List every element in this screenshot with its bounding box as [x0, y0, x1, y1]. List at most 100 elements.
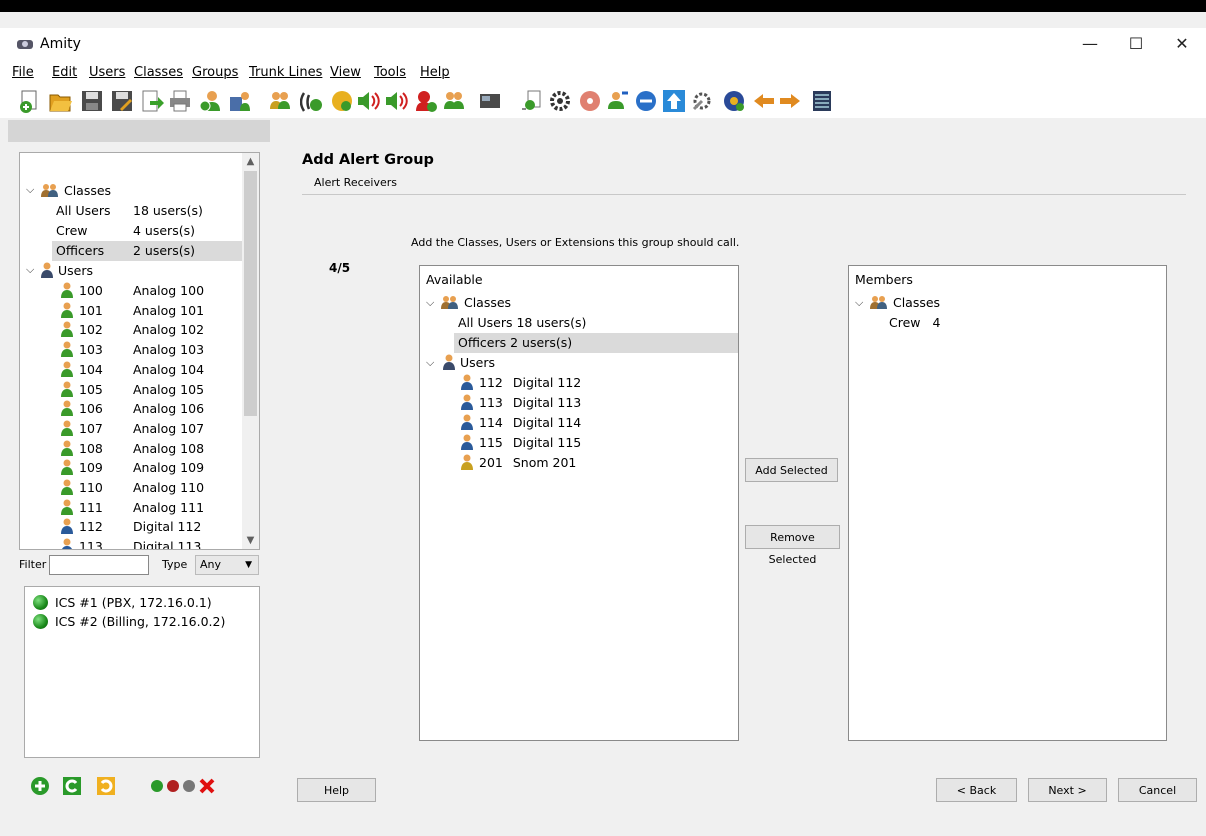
save-as-icon[interactable] — [110, 89, 134, 113]
tree-scrollbar[interactable]: ▲ ▼ — [242, 153, 259, 549]
red-status-icon[interactable] — [166, 779, 180, 793]
available-node-classes[interactable]: Classes — [440, 293, 511, 313]
back-button[interactable]: < Back — [936, 778, 1017, 802]
tree-user-row[interactable]: 106 Analog 106 — [60, 399, 204, 419]
transfer-icon[interactable] — [606, 89, 630, 113]
chevron-down-icon[interactable]: ⌵ — [426, 296, 434, 310]
tree-user-row[interactable]: 108 Analog 108 — [60, 439, 204, 459]
tree-user-row[interactable]: 112 Digital 112 — [60, 517, 201, 537]
add-class-icon[interactable] — [268, 89, 292, 113]
tree-user-row[interactable]: 100 Analog 100 — [60, 281, 204, 301]
extension-icon[interactable] — [520, 89, 544, 113]
back-arrow-icon[interactable] — [752, 89, 776, 113]
forward-arrow-icon[interactable] — [778, 89, 802, 113]
members-node-classes[interactable]: Classes — [869, 293, 940, 313]
refresh-icon[interactable] — [62, 776, 82, 796]
cancel-button[interactable]: Cancel — [1118, 778, 1197, 802]
open-icon[interactable] — [48, 89, 72, 113]
tree-user-row[interactable]: 111 Analog 111 — [60, 498, 204, 518]
add-trunk-icon[interactable] — [330, 89, 354, 113]
menu-trunk-lines[interactable]: Trunk Lines — [249, 65, 322, 80]
available-user-row[interactable]: 201 Snom 201 — [460, 453, 576, 473]
green-status-icon[interactable] — [150, 779, 164, 793]
tree-user-row[interactable]: 107 Analog 107 — [60, 419, 204, 439]
tree-class-row[interactable]: Crew 4 users(s) — [56, 221, 195, 241]
speaker2-icon[interactable] — [384, 89, 408, 113]
gray-status-icon[interactable] — [182, 779, 196, 793]
type-select[interactable]: Any ▼ — [195, 555, 259, 575]
available-node-users[interactable]: Users — [442, 353, 495, 373]
tree-user-row[interactable]: 105 Analog 105 — [60, 380, 204, 400]
server-item[interactable]: ICS #1 (PBX, 172.16.0.1) — [33, 593, 212, 613]
menu-users[interactable]: Users — [89, 65, 125, 80]
tree-user-row[interactable]: 104 Analog 104 — [60, 360, 204, 380]
disk-icon[interactable] — [578, 89, 602, 113]
remove-selected-button[interactable]: Remove Selected — [745, 525, 840, 566]
menu-classes[interactable]: Classes — [134, 65, 183, 80]
settings-icon[interactable] — [548, 89, 572, 113]
menu-edit[interactable]: Edit — [52, 65, 77, 80]
new-icon[interactable] — [18, 89, 42, 113]
speaker-icon[interactable] — [356, 89, 380, 113]
available-class-row[interactable]: All Users 18 users(s) — [458, 313, 586, 333]
scroll-down-arrow-icon[interactable]: ▼ — [242, 532, 259, 549]
add-group-icon[interactable] — [300, 89, 324, 113]
save-icon[interactable] — [80, 89, 104, 113]
menu-help[interactable]: Help — [420, 65, 450, 80]
chevron-down-icon[interactable]: ⌵ — [26, 263, 34, 277]
add-server-icon[interactable] — [30, 776, 50, 796]
members-list[interactable]: Members ⌵ Classes Crew 4 — [848, 265, 1167, 741]
close-button[interactable]: ✕ — [1159, 28, 1205, 62]
tree-user-row[interactable]: 103 Analog 103 — [60, 340, 204, 360]
tools-icon[interactable] — [690, 89, 714, 113]
menu-groups[interactable]: Groups — [192, 65, 238, 80]
available-list[interactable]: Available ⌵ Classes All Users 18 users(s… — [419, 265, 739, 741]
servers-list[interactable]: ICS #1 (PBX, 172.16.0.1) ICS #2 (Billing… — [24, 586, 260, 758]
available-user-row[interactable]: 114 Digital 114 — [460, 413, 581, 433]
menu-file[interactable]: File — [12, 65, 34, 80]
maximize-button[interactable]: ☐ — [1113, 28, 1159, 62]
chevron-down-icon[interactable]: ⌵ — [426, 356, 434, 370]
tree-class-row-selected[interactable]: Officers 2 users(s) — [52, 241, 242, 261]
server-item[interactable]: ICS #2 (Billing, 172.16.0.2) — [33, 612, 225, 632]
tree-user-row[interactable]: 101 Analog 101 — [60, 301, 204, 321]
tree-user-row[interactable]: 110 Analog 110 — [60, 478, 204, 498]
delete-icon[interactable] — [198, 777, 216, 795]
available-user-row[interactable]: 112 Digital 112 — [460, 373, 581, 393]
chevron-down-icon[interactable]: ⌵ — [855, 296, 863, 310]
print-icon[interactable] — [168, 89, 192, 113]
chevron-down-icon[interactable]: ⌵ — [26, 183, 34, 197]
export-icon[interactable] — [140, 89, 164, 113]
available-class-row-selected[interactable]: Officers 2 users(s) — [454, 333, 738, 353]
scroll-up-arrow-icon[interactable]: ▲ — [242, 153, 259, 170]
tree-user-row[interactable]: 102 Analog 102 — [60, 320, 204, 340]
help-button[interactable]: Help — [297, 778, 376, 802]
available-user-row[interactable]: 115 Digital 115 — [460, 433, 581, 453]
tree-user-row[interactable]: 109 Analog 109 — [60, 458, 204, 478]
next-button[interactable]: Next > — [1028, 778, 1107, 802]
pbx-icon[interactable] — [478, 89, 502, 113]
menu-view[interactable]: View — [330, 65, 361, 80]
class-icon — [441, 296, 458, 309]
tree-scroll-thumb[interactable] — [244, 171, 257, 416]
tree-class-row[interactable]: All Users 18 users(s) — [56, 201, 203, 221]
menu-tools[interactable]: Tools — [374, 65, 406, 80]
alert-user-icon[interactable] — [414, 89, 438, 113]
filter-input[interactable] — [49, 555, 149, 575]
undo-icon[interactable] — [96, 776, 116, 796]
users-icon[interactable] — [442, 89, 466, 113]
add-selected-button[interactable]: Add Selected — [745, 458, 838, 482]
add-user-icon[interactable] — [198, 89, 222, 113]
tree-node-classes[interactable]: Classes — [40, 181, 111, 201]
server-icon[interactable] — [810, 89, 834, 113]
upload-icon[interactable] — [662, 89, 686, 113]
minimize-button[interactable]: — — [1067, 28, 1113, 62]
members-class-row[interactable]: Crew 4 — [889, 313, 940, 333]
phone-user-icon[interactable] — [228, 89, 252, 113]
directory-tree[interactable]: ▲ ▼ ⌵ Classes All Users 18 users(s) Crew… — [19, 152, 260, 550]
tree-node-users[interactable]: Users — [40, 261, 93, 281]
network-icon[interactable] — [722, 89, 746, 113]
available-user-row[interactable]: 113 Digital 113 — [460, 393, 581, 413]
link-icon[interactable] — [634, 89, 658, 113]
tree-user-row[interactable]: 113 Digital 113 — [60, 537, 201, 549]
